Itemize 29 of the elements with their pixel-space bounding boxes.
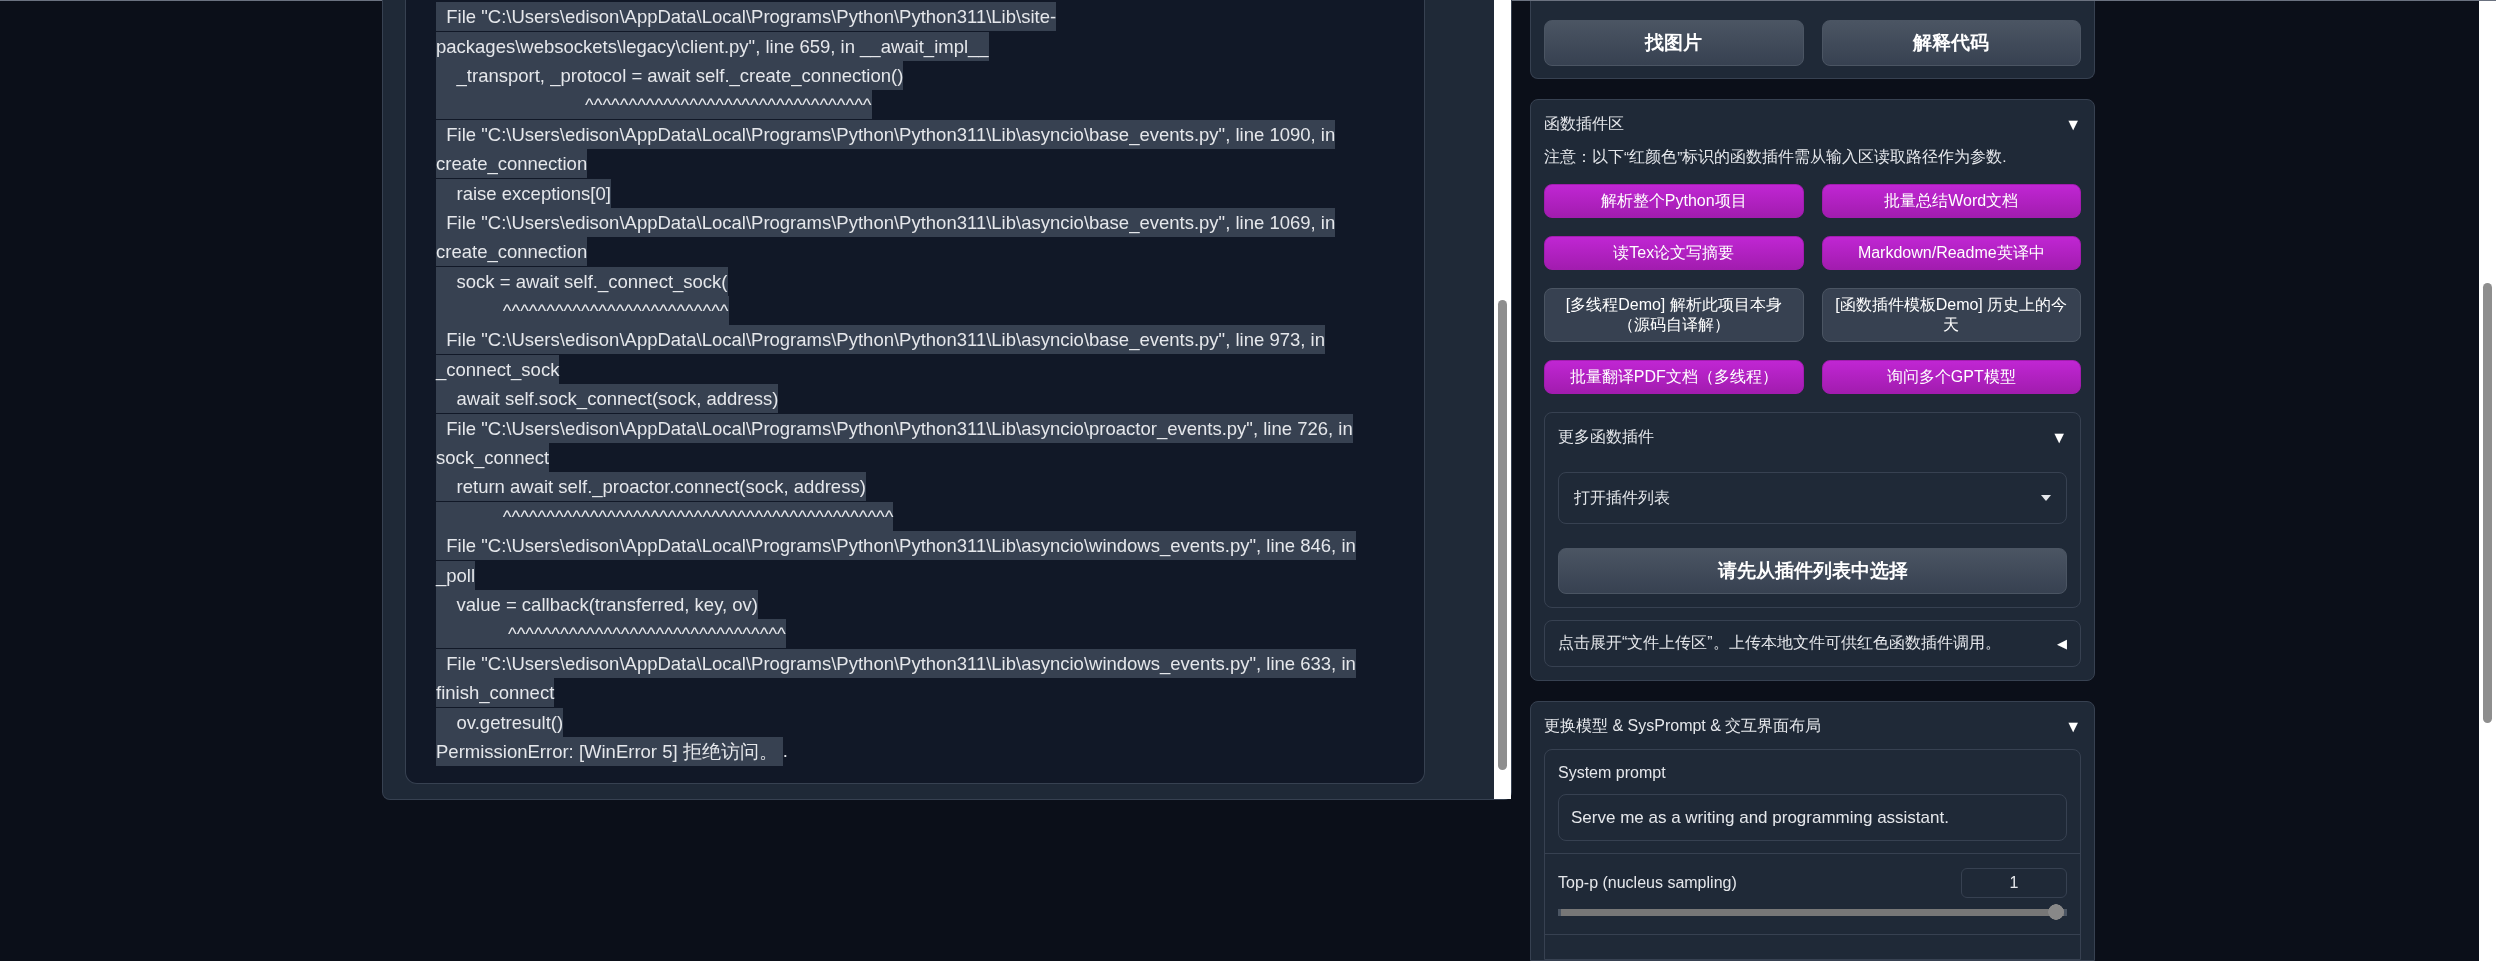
- plugin-button[interactable]: 读Tex论文写摘要: [1544, 236, 1804, 270]
- traceback-tail: .: [782, 740, 788, 763]
- plugin-dropdown[interactable]: 打开插件列表: [1558, 472, 2067, 524]
- collapse-toggle[interactable]: ▼: [2051, 428, 2067, 447]
- collapse-toggle[interactable]: ▼: [2065, 717, 2081, 736]
- field-label: Top-p (nucleus sampling): [1558, 874, 1737, 892]
- plugin-button[interactable]: 询问多个GPT模型: [1821, 360, 2081, 394]
- action-button[interactable]: 找图片: [1544, 20, 1804, 66]
- section-title: 更多函数插件: [1558, 427, 1654, 447]
- plugin-button[interactable]: 批量总结Word文档: [1821, 184, 2081, 218]
- plugin-button[interactable]: [函数插件模板Demo] 历史上的今天: [1821, 288, 2081, 342]
- action-button[interactable]: 解释代码: [1821, 20, 2081, 66]
- plugin-button[interactable]: 解析整个Python项目: [1544, 184, 1804, 218]
- plugin-note: 注意：以下“红颜色”标识的函数插件需从输入区读取路径作为参数.: [1544, 147, 2008, 167]
- section-title: 函数插件区: [1544, 114, 1624, 134]
- scrollbar[interactable]: [1494, 0, 1511, 799]
- section-title: 点击展开“文件上传区”。上传本地文件可供红色函数插件调用。: [1558, 633, 2001, 653]
- plugin-button[interactable]: Markdown/Readme英译中: [1821, 236, 2081, 270]
- plugin-button[interactable]: 批量翻译PDF文档（多线程）: [1544, 360, 1804, 394]
- caret-icon: [2041, 495, 2051, 501]
- collapse-toggle[interactable]: ◀: [2057, 636, 2067, 651]
- system-prompt-field[interactable]: Serve me as a writing and programming assistant.: [1558, 794, 2067, 841]
- plugin-button[interactable]: [多线程Demo] 解析此项目本身（源码自译解）: [1544, 288, 1804, 342]
- collapse-toggle[interactable]: ▼: [2065, 115, 2081, 134]
- run-plugin-button[interactable]: 请先从插件列表中选择: [1558, 548, 2067, 594]
- field-label: System prompt: [1558, 764, 1667, 782]
- number-field[interactable]: 1: [1961, 868, 2067, 898]
- page-scrollbar[interactable]: [2479, 1, 2496, 961]
- section-title: 更换模型 & SysPrompt & 交互界面布局: [1544, 716, 1822, 736]
